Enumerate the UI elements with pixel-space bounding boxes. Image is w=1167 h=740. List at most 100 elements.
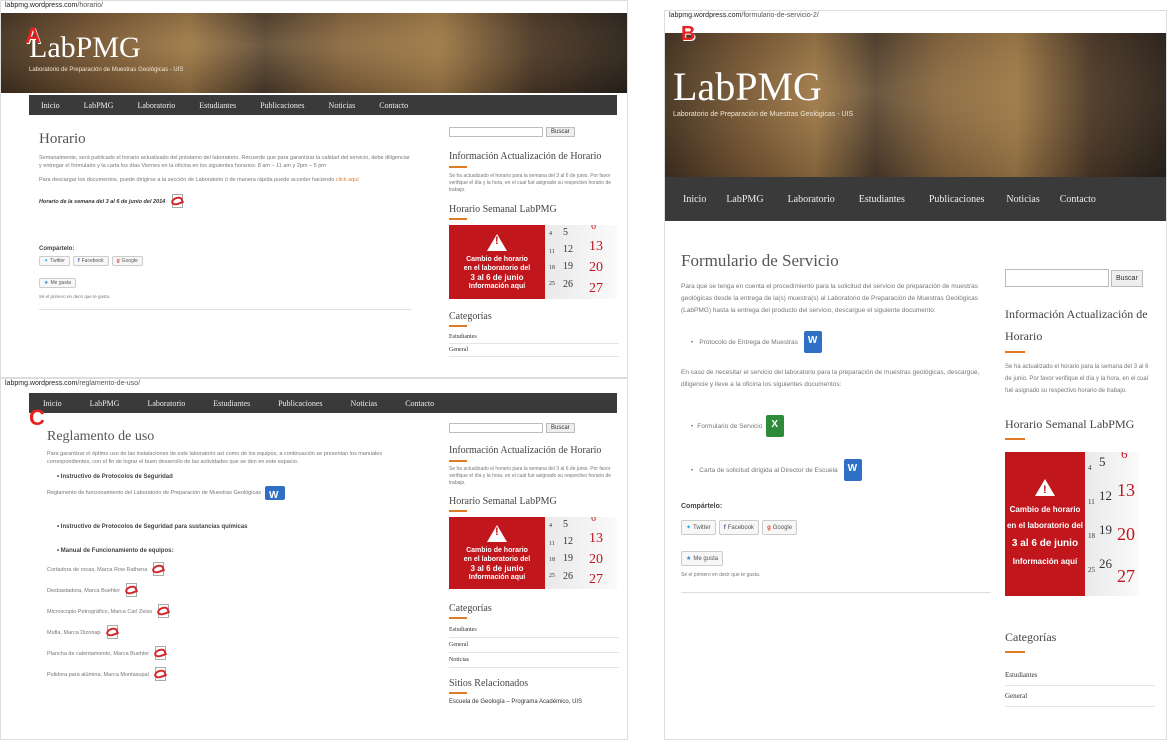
nav-inicio[interactable]: Inicio [29, 101, 72, 110]
equipment-item[interactable]: Mufla, Marca Dizonap [47, 622, 419, 643]
google-icon: g [116, 258, 120, 264]
category-general[interactable]: General [1005, 686, 1155, 707]
warning-icon [1035, 478, 1055, 498]
nav-labpmg[interactable]: LabPMG [76, 399, 134, 408]
pdf-icon[interactable] [152, 645, 168, 662]
schedule-download[interactable]: Horario de la semana del 3 al 6 de junio… [39, 194, 411, 210]
nav-noticias[interactable]: Noticias [996, 194, 1049, 205]
divider [39, 309, 411, 310]
facebook-icon: f [77, 258, 80, 264]
word-doc-icon[interactable] [265, 486, 286, 501]
nav-inicio[interactable]: Inicio [665, 194, 714, 205]
nav-laboratorio[interactable]: Laboratorio [776, 194, 847, 205]
equipment-item[interactable]: Pulidora para alúmina, Marca Montasupal [47, 664, 419, 685]
doc-regulation[interactable]: Reglamento de funcionamiento del Laborat… [47, 486, 419, 501]
word-doc-icon[interactable] [843, 459, 862, 481]
nav-estudiantes[interactable]: Estudiantes [199, 399, 264, 408]
twitter-share-button[interactable]: ✦ Twitter [681, 520, 716, 535]
nav-contacto[interactable]: Contacto [391, 399, 448, 408]
nav-laboratorio[interactable]: Laboratorio [133, 399, 199, 408]
site-title[interactable]: LabPMG [29, 31, 141, 65]
main-content: Formulario de Servicio Para que se tenga… [681, 251, 991, 593]
equipment-item[interactable]: Plancha de calentamiento, Marca Buehler [47, 643, 419, 664]
main-nav: Inicio LabPMG Laboratorio Estudiantes Pu… [29, 95, 617, 115]
equipment-item[interactable]: Microscopio Petrográfico, Marca Carl Zei… [47, 601, 419, 622]
twitter-share-button[interactable]: ✦ Twitter [39, 256, 70, 266]
equipment-item[interactable]: Cortadora de rocas, Marca Row Rathena [47, 560, 419, 580]
category-general[interactable]: General [449, 638, 619, 653]
nav-estudiantes[interactable]: Estudiantes [187, 101, 248, 110]
schedule-label: Horario de la semana del 3 al 6 de junio… [39, 199, 166, 205]
section-security: Instructivo de Protocolos de Seguridad [57, 474, 419, 480]
nav-labpmg[interactable]: LabPMG [72, 101, 126, 110]
search-input[interactable] [1005, 269, 1109, 287]
facebook-share-button[interactable]: f Facebook [718, 520, 760, 535]
nav-laboratorio[interactable]: Laboratorio [125, 101, 187, 110]
schedule-poster[interactable]: Cambio de horario en el laboratorio del … [449, 517, 617, 589]
schedule-poster[interactable]: Cambio de horario en el laboratorio del … [1005, 452, 1139, 596]
pdf-icon[interactable] [104, 624, 120, 641]
doc-protocol[interactable]: Protocolo de Entrega de Muestras [691, 331, 991, 353]
click-here-link[interactable]: click aquí [336, 177, 359, 183]
related-link[interactable]: Escuela de Geología – Programa Académico… [449, 698, 619, 706]
twitter-icon: ✦ [44, 258, 49, 264]
title-underline [1005, 351, 1025, 353]
widget-update-title: Información Actualización de Horario [1005, 307, 1148, 343]
google-share-button[interactable]: g Google [111, 256, 143, 266]
pdf-icon[interactable] [152, 666, 168, 683]
category-estudiantes[interactable]: Estudiantes [449, 623, 619, 638]
pdf-icon[interactable] [155, 603, 171, 620]
like-button[interactable]: ★ Me gusta [39, 278, 77, 288]
category-estudiantes[interactable]: Estudiantes [1005, 665, 1155, 686]
doc-regulation-label: Reglamento de funcionamiento del Laborat… [47, 490, 262, 496]
poster-calendar: 4 11 18 25 5 12 19 26 6 13 20 27 [1085, 452, 1139, 596]
like-button[interactable]: ★ Me gusta [681, 551, 724, 566]
nav-contacto[interactable]: Contacto [1050, 194, 1106, 205]
search-button[interactable]: Buscar [546, 127, 575, 137]
main-nav: Inicio LabPMG Laboratorio Estudiantes Pu… [29, 393, 617, 413]
widget-update-title: Información Actualización de Horario [449, 445, 602, 456]
nav-publicaciones[interactable]: Publicaciones [248, 101, 316, 110]
search-form: Buscar [449, 423, 619, 433]
category-noticias[interactable]: Noticias [449, 653, 619, 668]
search-button[interactable]: Buscar [1111, 269, 1143, 287]
panel-c-reglamento: labpmg.wordpress.com/reglamento-de-uso/ … [0, 378, 628, 740]
nav-publicaciones[interactable]: Publicaciones [917, 194, 997, 205]
title-underline [449, 166, 467, 168]
facebook-share-button[interactable]: f Facebook [72, 256, 109, 266]
search-input[interactable] [449, 423, 543, 433]
title-underline [449, 218, 467, 220]
url-bar[interactable]: labpmg.wordpress.com/formulario-de-servi… [665, 11, 1166, 23]
excel-doc-icon[interactable] [766, 415, 785, 437]
search-button[interactable]: Buscar [546, 423, 575, 433]
pdf-icon[interactable] [150, 562, 166, 578]
equipment-item[interactable]: Desbastadora, Marca Buehler [47, 580, 419, 601]
site-title[interactable]: LabPMG [673, 63, 822, 110]
nav-contacto[interactable]: Contacto [367, 101, 420, 110]
pdf-icon[interactable] [169, 194, 185, 210]
url-path: /horario/ [77, 2, 104, 9]
nav-noticias[interactable]: Noticias [317, 101, 368, 110]
url-bar[interactable]: labpmg.wordpress.com/horario/ [1, 1, 627, 13]
doc-request-letter[interactable]: Carta de solicitud dirigida al Director … [691, 459, 991, 481]
nav-labpmg[interactable]: LabPMG [714, 194, 775, 205]
google-share-button[interactable]: g Google [762, 520, 798, 535]
panel-label-b: B [681, 23, 696, 45]
like-text: Sé el primero en decir que te gusta. [681, 572, 761, 578]
word-doc-icon[interactable] [803, 331, 822, 353]
nav-estudiantes[interactable]: Estudiantes [847, 194, 917, 205]
widget-related-title: Sitios Relacionados [449, 678, 529, 689]
nav-publicaciones[interactable]: Publicaciones [264, 399, 336, 408]
pdf-icon[interactable] [123, 582, 139, 599]
panel-a-horario: labpmg.wordpress.com/horario/ LabPMG Lab… [0, 0, 628, 378]
url-path: /formulario-de-servicio-2/ [741, 12, 819, 19]
intro-paragraph: Semanalmente, será publicado el horario … [39, 155, 410, 169]
page-title: Reglamento de uso [47, 429, 155, 444]
category-general[interactable]: General [449, 344, 619, 357]
search-input[interactable] [449, 127, 543, 137]
category-estudiantes[interactable]: Estudiantes [449, 331, 619, 344]
nav-noticias[interactable]: Noticias [337, 399, 392, 408]
url-bar[interactable]: labpmg.wordpress.com/reglamento-de-uso/ [1, 379, 627, 391]
doc-service-form[interactable]: Formulario de Servicio [691, 415, 991, 437]
schedule-poster[interactable]: Cambio de horario en el laboratorio del … [449, 225, 617, 299]
